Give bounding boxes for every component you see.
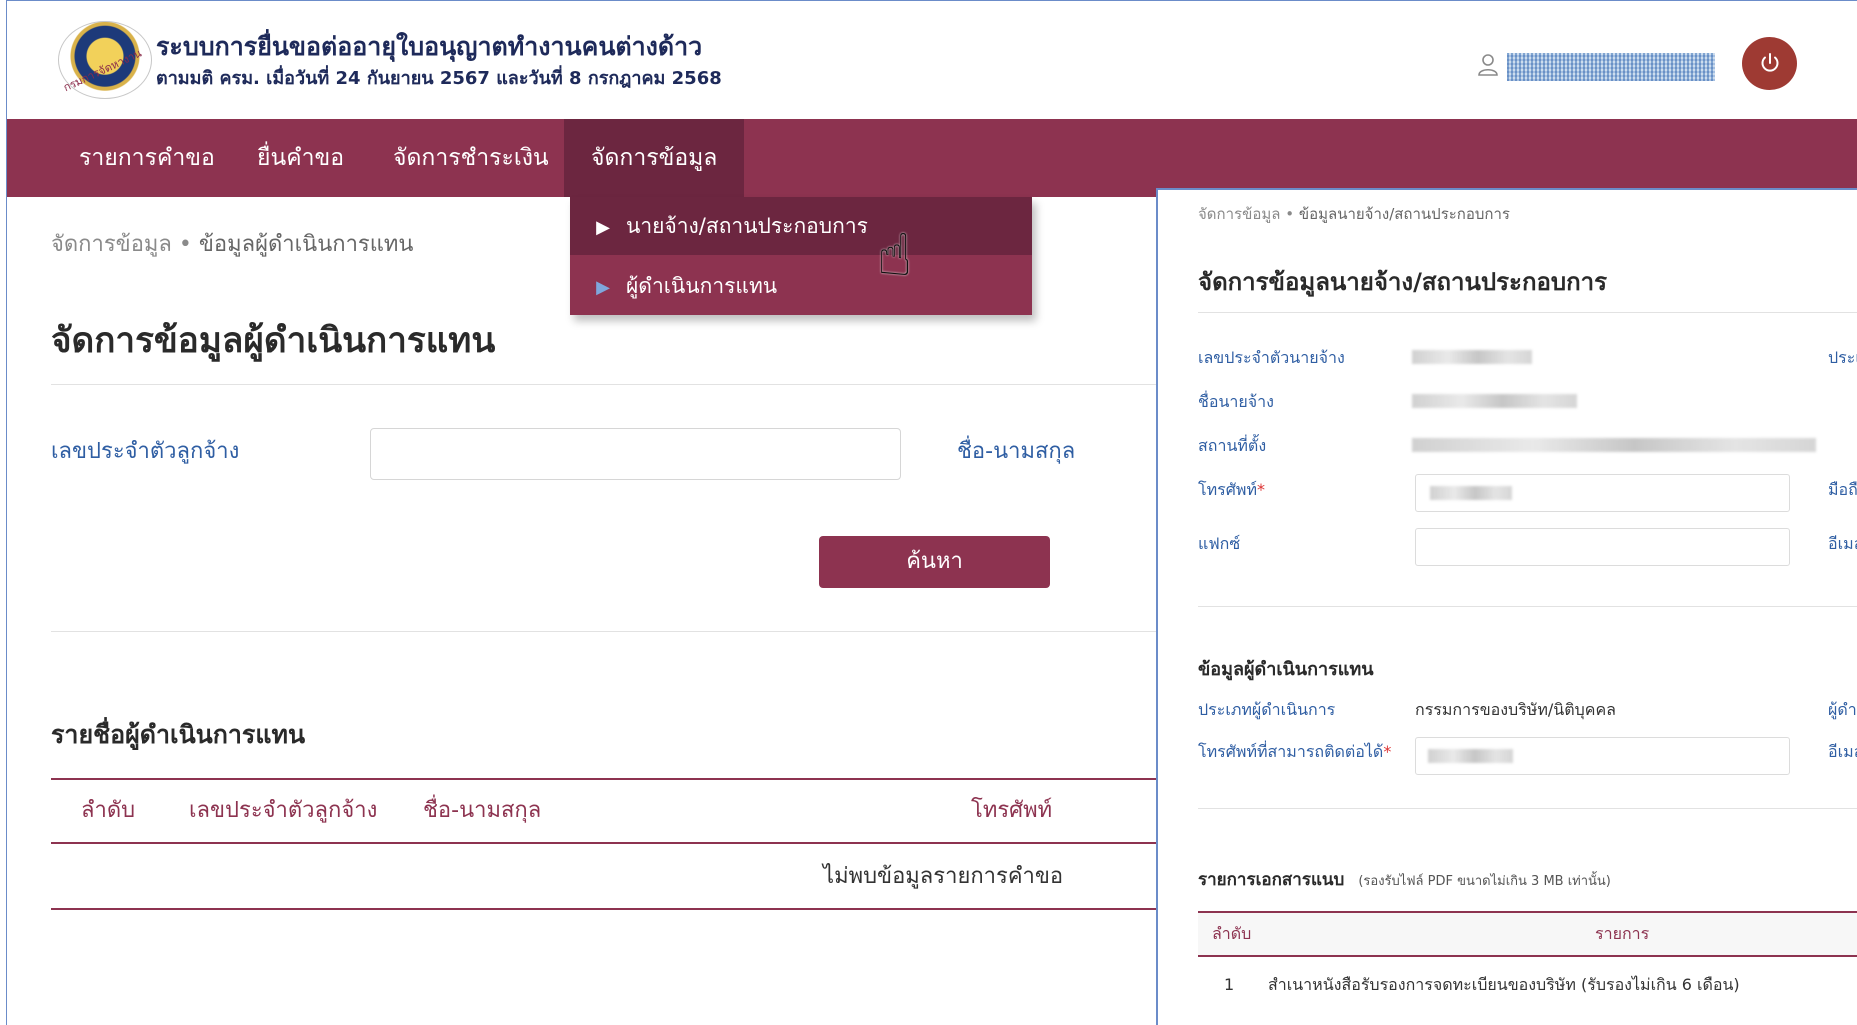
data-management-dropdown: ▶ นายจ้าง/สถานประกอบการ ▶ ผู้ดำเนินการแทน <box>570 197 1032 315</box>
divider <box>1198 312 1857 313</box>
address-value-redacted <box>1412 438 1816 452</box>
doc-col-header-item: รายการ <box>1595 924 1650 943</box>
panel-title: จัดการข้อมูลนายจ้าง/สถานประกอบการ <box>1198 268 1608 296</box>
rep-email-label: อีเมล <box>1828 742 1857 761</box>
col-header-employee-id: เลขประจำตัวลูกจ้าง <box>189 798 378 823</box>
divider <box>1198 606 1857 607</box>
employer-name-value-redacted <box>1412 394 1577 408</box>
user-name-redacted[interactable] <box>1507 53 1715 81</box>
nav-payments[interactable]: จัดการชำระเงิน <box>393 119 549 197</box>
play-arrow-icon: ▶ <box>596 277 610 298</box>
breadcrumb: จัดการข้อมูล • ข้อมูลผู้ดำเนินการแทน <box>51 226 413 261</box>
panel-breadcrumb-separator: • <box>1285 205 1295 223</box>
table-row: 1 สำเนาหนังสือรับรองการจดทะเบียนของบริษั… <box>1198 965 1857 1005</box>
search-button[interactable]: ค้นหา <box>819 536 1050 588</box>
phone-label-text: โทรศัพท์ <box>1198 480 1257 499</box>
fax-input[interactable] <box>1415 528 1790 566</box>
table-empty-row: ไม่พบข้อมูลรายการคำขอ <box>51 844 1163 910</box>
dropdown-item-employer[interactable]: ▶ นายจ้าง/สถานประกอบการ <box>570 197 1032 255</box>
doc-row-no: 1 <box>1224 975 1235 994</box>
employer-id-value-redacted <box>1412 350 1532 364</box>
mobile-label: มือถื <box>1828 480 1857 499</box>
nav-data-management[interactable]: จัดการข้อมูล <box>564 119 745 197</box>
divider <box>1198 808 1857 809</box>
site-header: กรมการจัดหางาน ระบบการยื่นขอต่ออายุใบอนุ… <box>7 1 1857 119</box>
breadcrumb-root[interactable]: จัดการข้อมูล <box>51 232 172 257</box>
rep-type-label: ประเภทผู้ดำเนินการ <box>1198 700 1336 719</box>
rep-phone-input[interactable] <box>1415 737 1790 775</box>
employee-id-label: เลขประจำตัวลูกจ้าง <box>51 439 240 464</box>
app-title: ระบบการยื่นขอต่ออายุใบอนุญาตทำงานคนต่างด… <box>156 32 703 61</box>
dropdown-item-label: ผู้ดำเนินการแทน <box>626 274 778 298</box>
app-subtitle: ตามมติ ครม. เมื่อวันที่ 24 กันยายน 2567 … <box>156 68 722 89</box>
panel-breadcrumb-root[interactable]: จัดการข้อมูล <box>1198 205 1280 223</box>
doc-row-item: สำเนาหนังสือรับรองการจดทะเบียนของบริษัท … <box>1268 975 1740 994</box>
dropdown-item-representative[interactable]: ▶ ผู้ดำเนินการแทน <box>570 257 1032 315</box>
col-header-name: ชื่อ-นามสกุล <box>423 798 542 823</box>
employee-id-input[interactable] <box>370 428 901 480</box>
documents-table-header: ลำดับ รายการ <box>1198 911 1857 957</box>
phone-value-redacted <box>1430 486 1512 500</box>
email-label: อีเมล <box>1828 534 1857 553</box>
logout-button[interactable] <box>1742 37 1797 90</box>
required-mark: * <box>1256 480 1265 499</box>
employer-info-panel: จัดการข้อมูล • ข้อมูลนายจ้าง/สถานประกอบก… <box>1156 188 1857 1025</box>
empty-message: ไม่พบข้อมูลรายการคำขอ <box>823 864 1064 889</box>
page-title: จัดการข้อมูลผู้ดำเนินการแทน <box>51 321 496 361</box>
employer-type-label: ประเ <box>1828 348 1857 367</box>
documents-note: (รองรับไฟล์ PDF ขนาดไม่เกิน 3 MB เท่านั้… <box>1358 874 1611 889</box>
main-navbar: รายการคำขอ ยื่นคำขอ จัดการชำระเงิน จัดกา… <box>7 119 1857 197</box>
fax-label: แฟกซ์ <box>1198 534 1241 553</box>
doc-col-header-no: ลำดับ <box>1212 924 1252 943</box>
employer-name-label: ชื่อนายจ้าง <box>1198 392 1274 411</box>
breadcrumb-current: ข้อมูลผู้ดำเนินการแทน <box>198 232 414 257</box>
dropdown-item-label: นายจ้าง/สถานประกอบการ <box>626 214 868 238</box>
col-header-phone: โทรศัพท์ <box>971 798 1053 823</box>
user-icon <box>1477 53 1499 77</box>
required-mark: * <box>1383 742 1392 761</box>
panel-breadcrumb: จัดการข้อมูล • ข้อมูลนายจ้าง/สถานประกอบก… <box>1198 202 1510 226</box>
col-header-no: ลำดับ <box>81 798 136 823</box>
rep-phone-value-redacted <box>1428 749 1513 763</box>
rep-name-label: ผู้ดำเ <box>1828 700 1857 719</box>
documents-title: รายการเอกสารแนบ (รองรับไฟล์ PDF ขนาดไม่เก… <box>1198 866 1611 893</box>
rep-type-value: กรรมการของบริษัท/นิติบุคคล <box>1415 700 1616 719</box>
name-label: ชื่อ-นามสกุล <box>957 439 1076 464</box>
employer-id-label: เลขประจำตัวนายจ้าง <box>1198 348 1345 367</box>
power-icon <box>1761 53 1778 72</box>
hand-pointer-icon: ☝ <box>877 221 913 289</box>
panel-breadcrumb-current: ข้อมูลนายจ้าง/สถานประกอบการ <box>1298 205 1510 223</box>
nav-requests[interactable]: รายการคำขอ <box>79 119 215 197</box>
phone-label: โทรศัพท์* <box>1198 478 1265 503</box>
divider <box>51 384 1163 385</box>
representative-section-title: ข้อมูลผู้ดำเนินการแทน <box>1198 659 1374 680</box>
documents-title-text: รายการเอกสารแนบ <box>1198 870 1345 890</box>
table-header: ลำดับ เลขประจำตัวลูกจ้าง ชื่อ-นามสกุล โท… <box>51 778 1163 844</box>
divider <box>51 631 1163 632</box>
nav-submit-request[interactable]: ยื่นคำขอ <box>257 119 344 197</box>
play-arrow-icon: ▶ <box>596 217 610 238</box>
rep-phone-label: โทรศัพท์ที่สามารถติดต่อได้* <box>1198 740 1391 765</box>
breadcrumb-separator: • <box>178 232 192 257</box>
address-label: สถานที่ตั้ง <box>1198 436 1267 455</box>
rep-phone-label-text: โทรศัพท์ที่สามารถติดต่อได้ <box>1198 742 1384 761</box>
list-title: รายชื่อผู้ดำเนินการแทน <box>51 720 306 749</box>
phone-input[interactable] <box>1415 474 1790 512</box>
